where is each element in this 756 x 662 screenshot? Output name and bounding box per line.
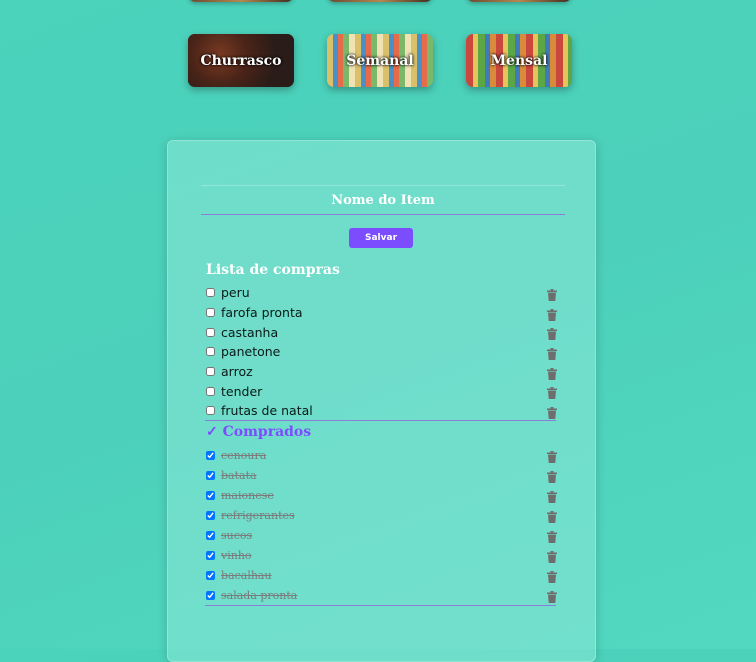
item-label: batata bbox=[221, 468, 257, 482]
category-card-churrasco[interactable]: Churrasco bbox=[188, 34, 294, 87]
item-label: refrigerantes bbox=[221, 508, 295, 522]
trash-icon[interactable] bbox=[547, 448, 557, 463]
item-checkbox[interactable] bbox=[206, 490, 215, 500]
trash-icon[interactable] bbox=[547, 306, 557, 321]
purchased-title: ✓ Comprados bbox=[206, 424, 312, 440]
pending-list: peru farofa pronta castanha panetone arroz te… bbox=[205, 283, 557, 421]
item-checkbox[interactable] bbox=[206, 530, 215, 540]
category-label: Semanal bbox=[346, 52, 414, 69]
purchased-item: batata bbox=[205, 465, 557, 485]
purchased-item: vinho bbox=[205, 545, 557, 565]
item-label: farofa pronta bbox=[221, 305, 303, 321]
item-label: castanha bbox=[221, 324, 279, 340]
trash-icon[interactable] bbox=[547, 384, 557, 400]
list-item: farofa pronta bbox=[205, 303, 557, 323]
trash-icon[interactable] bbox=[547, 468, 557, 483]
item-label: sucos bbox=[221, 528, 253, 542]
category-label: Mensal bbox=[490, 52, 548, 69]
list-item: arroz bbox=[205, 362, 557, 382]
divider bbox=[205, 605, 556, 606]
category-label: Churrasco bbox=[200, 52, 282, 69]
item-label: frutas de natal bbox=[221, 403, 313, 419]
item-checkbox[interactable] bbox=[206, 308, 215, 318]
category-card-mensal[interactable]: Mensal bbox=[466, 34, 572, 87]
trash-icon[interactable] bbox=[547, 345, 557, 361]
category-card-semanal[interactable]: Semanal bbox=[327, 34, 433, 87]
item-label: panetone bbox=[221, 344, 281, 360]
divider bbox=[205, 420, 556, 421]
item-label: cenoura bbox=[221, 448, 267, 462]
trash-icon[interactable] bbox=[547, 365, 557, 380]
trash-icon[interactable] bbox=[547, 286, 557, 301]
purchased-item: maionese bbox=[205, 485, 557, 505]
trash-icon[interactable] bbox=[547, 488, 557, 503]
shopping-list-title: Lista de compras bbox=[206, 262, 340, 278]
purchased-item: sucos bbox=[205, 525, 557, 545]
item-label: bacalhau bbox=[221, 568, 272, 582]
purchased-item: refrigerantes bbox=[205, 505, 557, 525]
item-checkbox[interactable] bbox=[206, 550, 215, 560]
purchased-item: salada pronta bbox=[205, 585, 557, 605]
item-checkbox[interactable] bbox=[206, 386, 215, 396]
list-item: frutas de natal bbox=[205, 401, 557, 421]
list-item: tender bbox=[205, 381, 557, 401]
trash-icon[interactable] bbox=[547, 568, 557, 583]
list-item: panetone bbox=[205, 342, 557, 362]
item-label: maionese bbox=[221, 488, 274, 502]
trash-icon[interactable] bbox=[547, 588, 557, 603]
item-checkbox[interactable] bbox=[206, 510, 215, 520]
trash-icon[interactable] bbox=[547, 325, 557, 341]
item-checkbox[interactable] bbox=[206, 450, 215, 460]
item-label: vinho bbox=[221, 548, 252, 562]
item-checkbox[interactable] bbox=[206, 570, 215, 580]
cropped-card[interactable] bbox=[327, 0, 433, 2]
trash-icon[interactable] bbox=[547, 548, 557, 563]
item-checkbox[interactable] bbox=[206, 288, 215, 298]
item-checkbox[interactable] bbox=[206, 327, 215, 337]
top-cards-cropped bbox=[0, 0, 756, 2]
trash-icon[interactable] bbox=[547, 528, 557, 543]
item-label: arroz bbox=[221, 364, 253, 380]
shopping-panel: Salvar Lista de compras peru farofa pront… bbox=[167, 140, 596, 662]
save-button[interactable]: Salvar bbox=[349, 228, 413, 248]
item-checkbox[interactable] bbox=[206, 406, 215, 416]
item-name-input[interactable] bbox=[201, 185, 565, 215]
item-checkbox[interactable] bbox=[206, 590, 215, 600]
item-label: tender bbox=[221, 383, 263, 399]
cropped-card[interactable] bbox=[466, 0, 572, 2]
purchased-list: cenoura batata maionese refrigerantes sucos v… bbox=[205, 445, 557, 605]
list-item: peru bbox=[205, 283, 557, 303]
item-checkbox[interactable] bbox=[206, 347, 215, 357]
item-label: salada pronta bbox=[221, 588, 298, 602]
purchased-item: cenoura bbox=[205, 445, 557, 465]
item-checkbox[interactable] bbox=[206, 470, 215, 480]
list-item: castanha bbox=[205, 322, 557, 342]
purchased-item: bacalhau bbox=[205, 565, 557, 585]
trash-icon[interactable] bbox=[547, 404, 557, 420]
cropped-card[interactable] bbox=[188, 0, 294, 2]
item-checkbox[interactable] bbox=[206, 367, 215, 377]
item-label: peru bbox=[221, 285, 250, 301]
trash-icon[interactable] bbox=[547, 508, 557, 523]
